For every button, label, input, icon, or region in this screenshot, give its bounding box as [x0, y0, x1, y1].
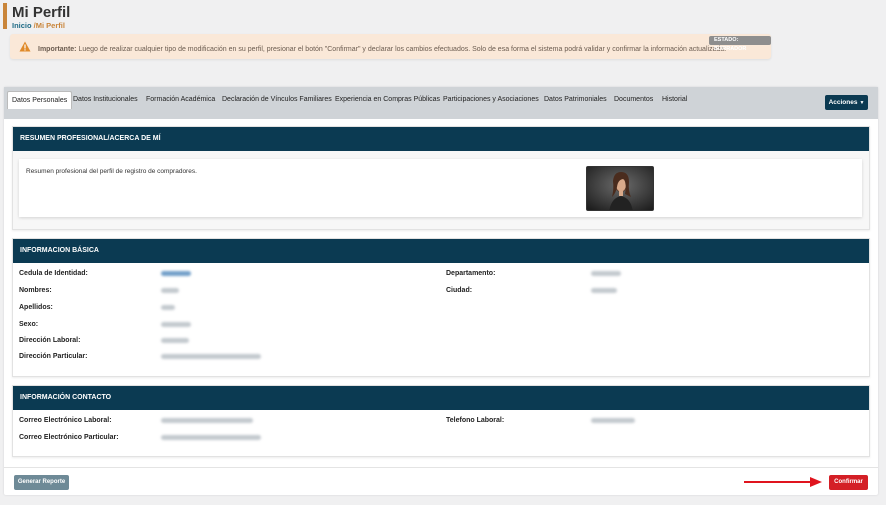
- tab-documentos[interactable]: Documentos: [614, 96, 653, 103]
- breadcrumb-home-link[interactable]: Inicio: [12, 21, 32, 30]
- label-ciudad: Ciudad:: [446, 287, 473, 294]
- breadcrumb-current: Mi Perfil: [35, 21, 65, 30]
- value-correo-laboral-redacted: [161, 418, 253, 423]
- warning-icon: [19, 41, 31, 52]
- contacto-title: INFORMACIÓN CONTACTO: [13, 386, 869, 410]
- tab-vinculos-familiares[interactable]: Declaración de Vínculos Familiares: [222, 96, 332, 103]
- informacion-basica-section: INFORMACION BÁSICA Cedula de Identidad: …: [12, 238, 870, 377]
- profile-card: Datos Personales Datos Institucionales F…: [4, 87, 878, 495]
- value-direccion-particular-redacted: [161, 354, 261, 359]
- alert-text: Luego de realizar cualquier tipo de modi…: [76, 46, 727, 53]
- value-telefono-laboral-redacted: [591, 418, 635, 423]
- important-alert: Importante: Luego de realizar cualquier …: [10, 34, 771, 59]
- value-direccion-laboral-redacted: [161, 338, 189, 343]
- acciones-button[interactable]: Acciones ▼: [825, 95, 868, 110]
- tab-formacion-academica[interactable]: Formación Académica: [146, 96, 215, 103]
- label-departamento: Departamento:: [446, 270, 496, 277]
- value-cedula-redacted: [161, 271, 191, 276]
- resumen-text: Resumen profesional del perfil de regist…: [26, 168, 197, 175]
- label-nombres: Nombres:: [19, 287, 52, 294]
- tab-historial[interactable]: Historial: [662, 96, 687, 103]
- label-sexo: Sexo:: [19, 321, 39, 328]
- label-apellidos: Apellidos:: [19, 304, 53, 311]
- generar-reporte-button[interactable]: Generar Reporte: [14, 475, 69, 490]
- value-departamento-redacted: [591, 271, 621, 276]
- value-correo-particular-redacted: [161, 435, 261, 440]
- tab-experiencia-compras[interactable]: Experiencia en Compras Públicas: [335, 96, 440, 103]
- confirmar-button[interactable]: Confirmar: [829, 475, 868, 490]
- resumen-title: RESUMEN PROFESIONAL/ACERCA DE MÍ: [13, 127, 869, 151]
- breadcrumb: Inicio /Mi Perfil: [12, 21, 65, 30]
- profile-photo: [586, 166, 654, 211]
- informacion-contacto-section: INFORMACIÓN CONTACTO Correo Electrónico …: [12, 385, 870, 457]
- resumen-card: Resumen profesional del perfil de regist…: [19, 159, 862, 217]
- tab-bar: Datos Personales Datos Institucionales F…: [4, 87, 878, 119]
- value-sexo-redacted: [161, 322, 191, 327]
- label-correo-particular: Correo Electrónico Particular:: [19, 434, 119, 441]
- status-badge: ESTADO: BORRADOR: [709, 36, 771, 52]
- arrow-right-icon: [744, 477, 822, 487]
- alert-bold: Importante:: [38, 46, 77, 53]
- value-apellidos-redacted: [161, 305, 175, 310]
- resumen-section: RESUMEN PROFESIONAL/ACERCA DE MÍ Resumen…: [12, 126, 870, 230]
- tab-datos-institucionales[interactable]: Datos Institucionales: [73, 96, 138, 103]
- label-direccion-particular: Dirección Particular:: [19, 353, 88, 360]
- acciones-label: Acciones: [828, 99, 858, 106]
- page-title: Mi Perfil: [12, 4, 71, 21]
- value-ciudad-redacted: [591, 288, 617, 293]
- value-nombres-redacted: [161, 288, 179, 293]
- alert-message: Importante: Luego de realizar cualquier …: [38, 46, 726, 53]
- page-header: Mi Perfil Inicio /Mi Perfil Importante: …: [0, 0, 886, 77]
- footer-divider: [4, 467, 878, 468]
- title-accent-bar: [3, 3, 7, 29]
- label-telefono-laboral: Telefono Laboral:: [446, 417, 505, 424]
- caret-down-icon: ▼: [859, 100, 865, 106]
- label-correo-laboral: Correo Electrónico Laboral:: [19, 417, 112, 424]
- tab-datos-personales[interactable]: Datos Personales: [7, 91, 73, 109]
- tab-participaciones[interactable]: Participaciones y Asociaciones: [443, 96, 539, 103]
- basica-title: INFORMACION BÁSICA: [13, 239, 869, 263]
- tab-datos-patrimoniales[interactable]: Datos Patrimoniales: [544, 96, 607, 103]
- label-direccion-laboral: Dirección Laboral:: [19, 337, 81, 344]
- label-cedula: Cedula de Identidad:: [19, 270, 88, 277]
